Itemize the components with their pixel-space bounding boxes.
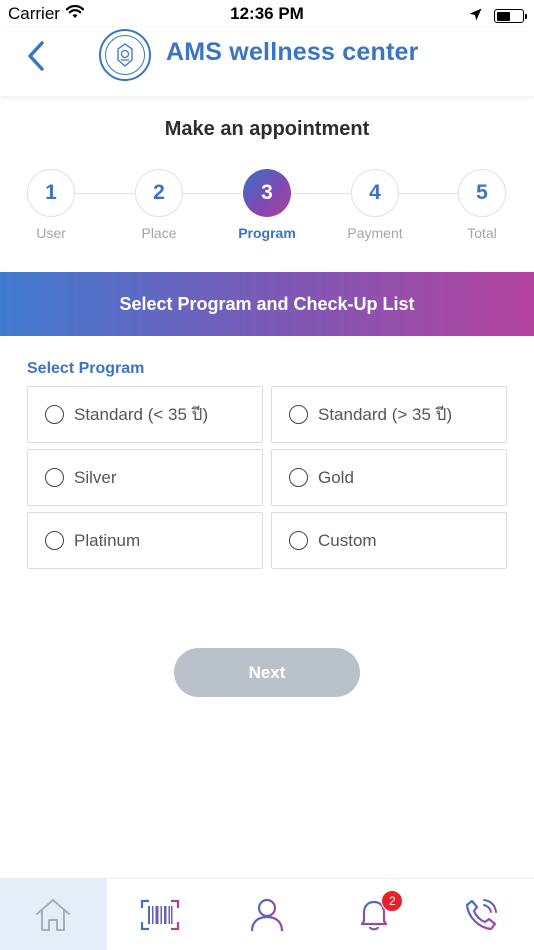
- option-label: Custom: [318, 530, 377, 550]
- status-bar: Carrier 12:36 PM: [0, 0, 534, 28]
- select-program-label: Select Program: [27, 360, 145, 377]
- battery-icon: [494, 9, 527, 23]
- radio-button[interactable]: [45, 468, 64, 487]
- step-payment: 4 Payment: [335, 169, 415, 241]
- program-option-platinum[interactable]: Platinum: [27, 512, 263, 569]
- radio-button[interactable]: [45, 405, 64, 424]
- step-program: 3 Program: [227, 169, 307, 241]
- step-label: Place: [141, 225, 177, 241]
- radio-button[interactable]: [45, 531, 64, 550]
- program-option-gold[interactable]: Gold: [271, 449, 507, 506]
- next-button[interactable]: Next: [174, 648, 360, 697]
- step-place: 2 Place: [119, 169, 199, 241]
- radio-button[interactable]: [289, 468, 308, 487]
- option-label: Standard (< 35 ปี): [74, 405, 209, 424]
- status-time: 12:36 PM: [230, 4, 304, 23]
- back-button[interactable]: [18, 36, 54, 76]
- tab-notifications[interactable]: 2: [320, 879, 427, 950]
- page-title: Make an appointment: [164, 118, 370, 140]
- step-number: 5: [458, 169, 506, 217]
- app-title: AMS wellness center: [166, 38, 419, 66]
- location-arrow-icon: [469, 6, 482, 26]
- ams-logo-icon: [99, 29, 151, 81]
- app-header: AMS wellness center: [0, 28, 534, 96]
- tab-scan[interactable]: [107, 879, 214, 950]
- option-label: Standard (> 35 ปี): [318, 405, 453, 424]
- option-label: Gold: [318, 467, 354, 487]
- tab-call[interactable]: [427, 879, 534, 950]
- step-number: 2: [135, 169, 183, 217]
- step-number-active: 3: [243, 169, 291, 217]
- step-number: 1: [27, 169, 75, 217]
- option-label: Platinum: [74, 530, 141, 550]
- tab-profile[interactable]: [214, 879, 321, 950]
- radio-button[interactable]: [289, 531, 308, 550]
- barcode-icon: [141, 899, 180, 931]
- program-option-standard-under-35[interactable]: Standard (< 35 ปี): [27, 386, 263, 443]
- status-right: [469, 6, 527, 26]
- radio-button[interactable]: [289, 405, 308, 424]
- step-label: User: [36, 225, 66, 241]
- phone-icon: [465, 899, 497, 931]
- option-label: Silver: [74, 467, 117, 487]
- step-label: Total: [467, 225, 497, 241]
- step-label: Payment: [347, 225, 403, 241]
- step-total: 5 Total: [442, 169, 522, 241]
- progress-stepper: 1 User 2 Place 3 Program 4 Payment 5 Tot…: [0, 169, 534, 249]
- bottom-tab-bar: 2: [0, 878, 534, 950]
- section-banner: Select Program and Check-Up List: [0, 272, 534, 336]
- home-icon: [36, 899, 71, 931]
- step-label-active: Program: [238, 225, 296, 241]
- program-option-silver[interactable]: Silver: [27, 449, 263, 506]
- step-user: 1 User: [11, 169, 91, 241]
- tab-home[interactable]: [0, 879, 107, 950]
- step-number: 4: [351, 169, 399, 217]
- battery-level: [496, 11, 511, 21]
- notification-badge: 2: [381, 890, 404, 912]
- user-icon: [250, 898, 284, 932]
- program-option-standard-over-35[interactable]: Standard (> 35 ปี): [271, 386, 507, 443]
- program-option-custom[interactable]: Custom: [271, 512, 507, 569]
- chevron-left-icon: [28, 41, 44, 71]
